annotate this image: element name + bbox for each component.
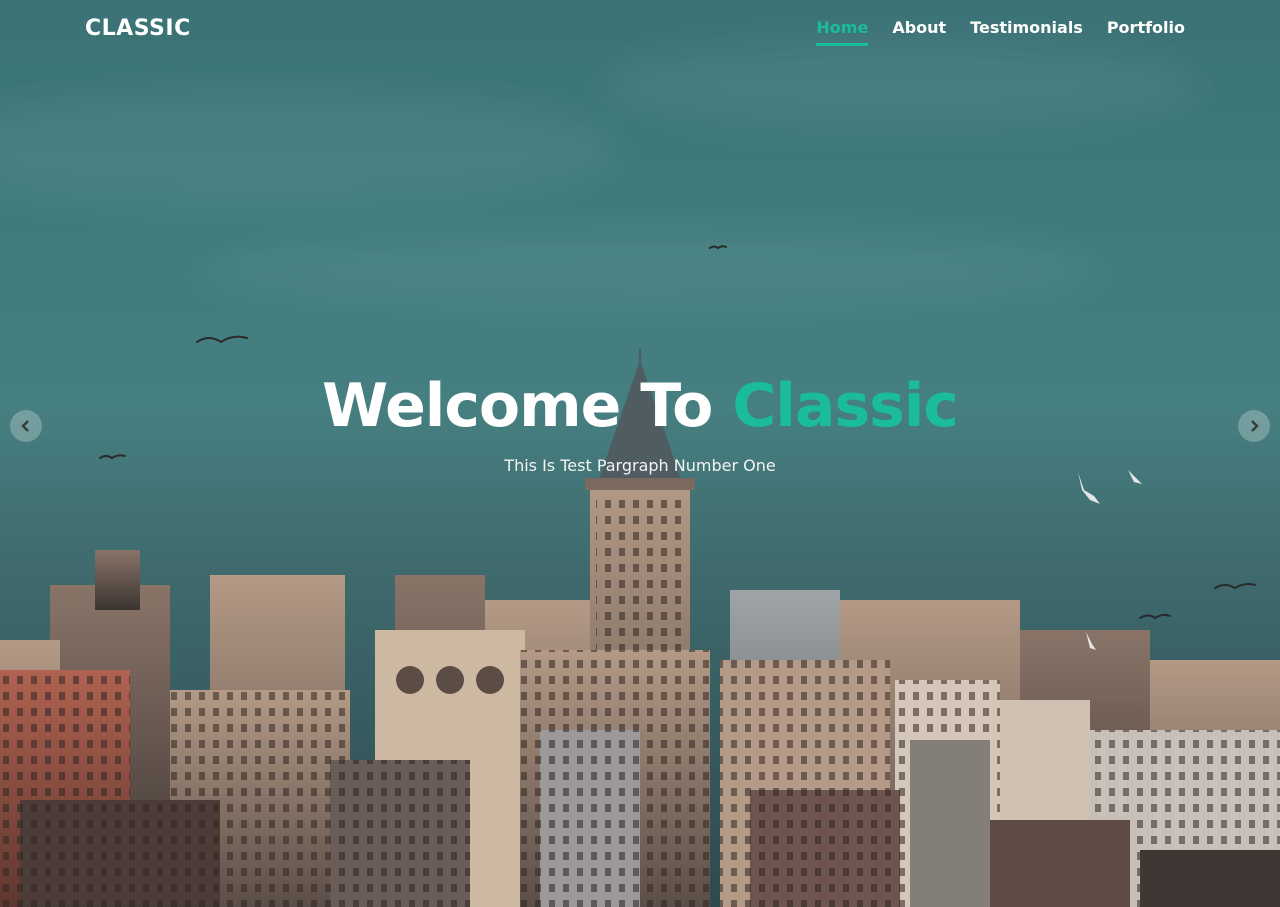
nav-item-home-wrap: Home: [816, 18, 869, 46]
main-nav: Home About Testimonials Portfolio: [816, 18, 1185, 46]
chevron-right-icon: [1251, 420, 1259, 432]
hero-caption: Welcome To Classic This Is Test Pargraph…: [0, 370, 1280, 475]
hero-title-accent: Classic: [732, 371, 959, 441]
nav-item-portfolio[interactable]: Portfolio: [1107, 18, 1185, 43]
hero-title: Welcome To Classic: [0, 370, 1280, 442]
hero-subtitle: This Is Test Pargraph Number One: [504, 456, 776, 475]
slider-next-button[interactable]: [1238, 410, 1270, 442]
nav-item-about-wrap: About: [892, 18, 946, 46]
nav-item-testimonials-wrap: Testimonials: [970, 18, 1083, 46]
nav-item-testimonials[interactable]: Testimonials: [970, 18, 1083, 43]
brand-logo[interactable]: CLASSIC: [85, 16, 191, 41]
hero-title-main: Welcome To: [322, 371, 713, 441]
nav-item-about[interactable]: About: [892, 18, 946, 43]
seagulls: [1078, 470, 1142, 650]
slider-prev-button[interactable]: [10, 410, 42, 442]
navbar: CLASSIC Home About Testimonials Portfoli…: [0, 0, 1280, 62]
nav-item-portfolio-wrap: Portfolio: [1107, 18, 1185, 46]
chevron-left-icon: [21, 420, 29, 432]
nav-item-home[interactable]: Home: [816, 18, 869, 46]
